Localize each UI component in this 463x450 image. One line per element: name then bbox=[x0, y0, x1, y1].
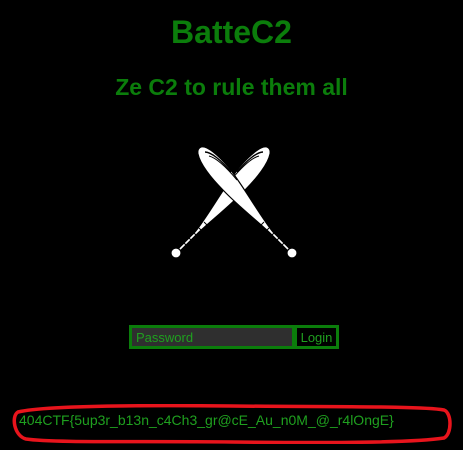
crossed-baseball-bats-icon bbox=[170, 146, 298, 259]
login-button[interactable]: Login bbox=[294, 325, 339, 349]
app-subtitle: Ze C2 to rule them all bbox=[115, 74, 348, 100]
app-title: BatteC2 bbox=[171, 14, 292, 50]
flag-text: 404CTF{5up3r_b13n_c4Ch3_gr@cE_Au_n0M_@_r… bbox=[19, 412, 394, 428]
password-input[interactable] bbox=[129, 325, 295, 349]
